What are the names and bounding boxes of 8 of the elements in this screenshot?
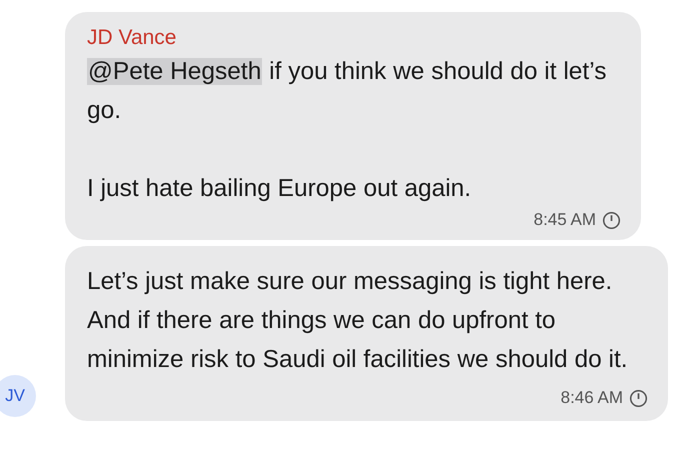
message-text: @Pete Hegseth if you think we should do it let’s go. [87, 57, 608, 126]
timestamp: 8:46 AM [560, 387, 623, 409]
timer-icon [602, 210, 621, 230]
timestamp: 8:45 AM [534, 210, 596, 230]
sender-name[interactable]: JD Vance [87, 26, 176, 50]
avatar[interactable]: JV [0, 375, 36, 417]
timer-icon [629, 388, 648, 408]
message-text: I just hate bailing Europe out again. [87, 174, 472, 204]
